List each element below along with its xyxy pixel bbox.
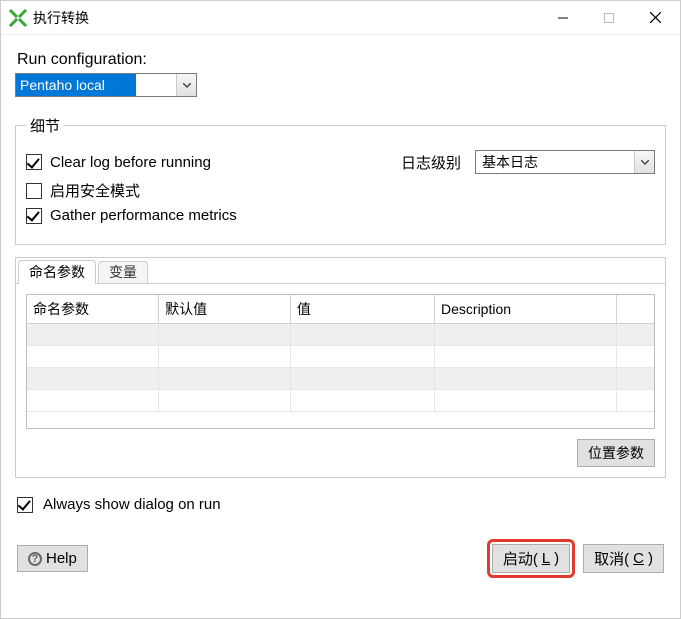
col-default[interactable]: 默认值 xyxy=(159,295,291,324)
details-group: 细节 Clear log before running 日志级别 基本日志 启用… xyxy=(15,115,666,245)
log-level-label: 日志级别 xyxy=(401,152,461,173)
safe-mode-checkbox[interactable] xyxy=(26,183,42,199)
table-row[interactable] xyxy=(27,368,654,390)
window-title: 执行转换 xyxy=(33,8,89,28)
cancel-button[interactable]: 取消(C) xyxy=(583,544,664,573)
col-filler xyxy=(616,295,654,324)
table-row[interactable] xyxy=(27,390,654,412)
table-row[interactable] xyxy=(27,346,654,368)
safe-mode-label: 启用安全模式 xyxy=(50,180,140,201)
table-header-row: 命名参数 默认值 值 Description xyxy=(27,295,654,324)
run-config-selected: Pentaho local xyxy=(16,74,136,96)
minimize-button[interactable] xyxy=(540,2,586,34)
close-button[interactable] xyxy=(632,2,678,34)
parameters-table-wrap: 命名参数 默认值 值 Description xyxy=(26,294,655,429)
run-config-dropdown[interactable]: Pentaho local xyxy=(15,73,197,97)
gather-metrics-checkbox[interactable] xyxy=(26,208,42,224)
parameters-tabs: 命名参数 变量 xyxy=(16,258,665,284)
always-show-checkbox[interactable] xyxy=(17,497,33,513)
log-level-value: 基本日志 xyxy=(476,151,634,173)
details-legend: 细节 xyxy=(26,115,64,136)
titlebar: 执行转换 xyxy=(1,1,680,35)
clear-log-checkbox[interactable] xyxy=(26,154,42,170)
help-label: Help xyxy=(46,550,77,567)
help-button[interactable]: ? Help xyxy=(17,545,88,572)
app-icon xyxy=(9,9,27,27)
chevron-down-icon xyxy=(176,74,196,96)
tab-variables[interactable]: 变量 xyxy=(98,261,148,283)
help-icon: ? xyxy=(28,552,42,566)
clear-log-label: Clear log before running xyxy=(50,154,211,171)
maximize-button[interactable] xyxy=(586,2,632,34)
always-show-label: Always show dialog on run xyxy=(43,496,221,513)
tab-named-params[interactable]: 命名参数 xyxy=(18,260,96,284)
col-value[interactable]: 值 xyxy=(290,295,434,324)
gather-metrics-label: Gather performance metrics xyxy=(50,207,237,224)
parameters-panel: 命名参数 变量 命名参数 默认值 值 Description xyxy=(15,257,666,478)
launch-highlight: 启动(L) xyxy=(487,539,575,578)
position-params-button[interactable]: 位置参数 xyxy=(577,439,655,467)
chevron-down-icon xyxy=(634,151,654,173)
log-level-dropdown[interactable]: 基本日志 xyxy=(475,150,655,174)
col-name[interactable]: 命名参数 xyxy=(27,295,159,324)
run-config-label: Run configuration: xyxy=(17,51,666,69)
col-description[interactable]: Description xyxy=(435,295,617,324)
table-row[interactable] xyxy=(27,324,654,346)
parameters-table: 命名参数 默认值 值 Description xyxy=(27,295,654,412)
launch-button[interactable]: 启动(L) xyxy=(492,544,570,573)
